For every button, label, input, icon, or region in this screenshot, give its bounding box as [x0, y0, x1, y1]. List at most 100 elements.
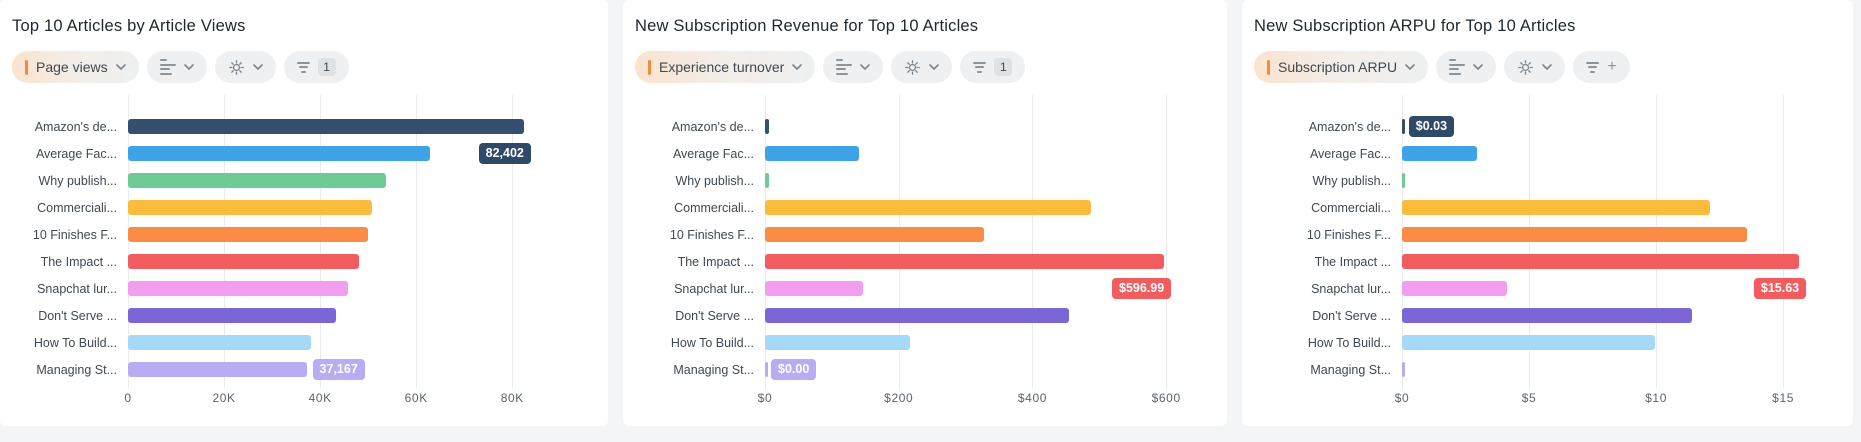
- bar[interactable]: [1402, 281, 1507, 296]
- category-label: Don't Serve ...: [1254, 309, 1402, 323]
- chart-toolbar: Subscription ARPU +: [1254, 51, 1839, 83]
- chart-row: Average Fac...: [1254, 140, 1839, 167]
- bar-track: [1402, 308, 1839, 323]
- bar[interactable]: [765, 308, 1069, 323]
- metric-select[interactable]: Experience turnover: [635, 51, 815, 83]
- gear-icon: [228, 59, 245, 76]
- bar[interactable]: [1402, 308, 1692, 323]
- chart-toolbar: Page views 1: [12, 51, 594, 83]
- bar[interactable]: [765, 281, 863, 296]
- bar-chart: Amazon's de...Average Fac...Why publish.…: [12, 113, 594, 409]
- category-label: Amazon's de...: [635, 120, 765, 134]
- bar-track: [1402, 254, 1839, 269]
- chart-row: Don't Serve ...: [1254, 302, 1839, 329]
- bar[interactable]: [128, 335, 311, 350]
- bar[interactable]: [1402, 335, 1655, 350]
- filter-button[interactable]: 1: [284, 51, 349, 83]
- display-options-button[interactable]: [147, 51, 207, 83]
- analytics-dashboard: Top 10 Articles by Article Views Page vi…: [0, 0, 1861, 442]
- filter-button[interactable]: +: [1573, 51, 1630, 83]
- chart-row: The Impact ...: [12, 248, 594, 275]
- bar[interactable]: [1402, 362, 1405, 377]
- bar[interactable]: [1402, 227, 1747, 242]
- bar-track: [765, 254, 1213, 269]
- chart-row: Amazon's de...: [635, 113, 1213, 140]
- bar[interactable]: [765, 173, 769, 188]
- display-options-button[interactable]: [823, 51, 883, 83]
- bar[interactable]: [128, 254, 359, 269]
- settings-button[interactable]: [891, 51, 952, 83]
- metric-select[interactable]: Page views: [12, 51, 139, 83]
- chevron-down-icon: [792, 64, 802, 70]
- settings-button[interactable]: [215, 51, 276, 83]
- filter-icon: [1586, 62, 1599, 73]
- bar[interactable]: [765, 119, 769, 134]
- x-axis-tick-label: 20K: [213, 391, 236, 405]
- bar[interactable]: [128, 308, 336, 323]
- metric-select[interactable]: Subscription ARPU: [1254, 51, 1428, 83]
- bar[interactable]: [765, 362, 768, 377]
- bar[interactable]: [128, 200, 372, 215]
- bar[interactable]: [1402, 254, 1799, 269]
- chart-row: The Impact ...: [1254, 248, 1839, 275]
- x-axis-tick-label: 80K: [501, 391, 524, 405]
- bar[interactable]: [1402, 146, 1477, 161]
- metric-label: Experience turnover: [659, 59, 784, 75]
- filter-count-badge: 1: [318, 58, 336, 76]
- display-options-button[interactable]: [1436, 51, 1496, 83]
- bar[interactable]: [128, 362, 307, 377]
- chart-row: Managing St...: [635, 356, 1213, 383]
- x-axis: $0$200$400$600: [765, 389, 1213, 409]
- category-label: Amazon's de...: [1254, 120, 1402, 134]
- chevron-down-icon: [860, 64, 870, 70]
- x-axis-tick-label: 40K: [309, 391, 332, 405]
- chart-rows: Amazon's de... Average Fac...Why publish.…: [1254, 113, 1839, 383]
- bar-track: [1402, 362, 1839, 377]
- bar[interactable]: [765, 335, 910, 350]
- chart-row: Why publish...: [635, 167, 1213, 194]
- category-label: How To Build...: [12, 336, 128, 350]
- chart-title: New Subscription ARPU for Top 10 Article…: [1254, 16, 1839, 36]
- x-axis-tick-label: $15: [1772, 391, 1794, 405]
- chart-row: Snapchat lur...: [12, 275, 594, 302]
- category-label: Don't Serve ...: [12, 309, 128, 323]
- bar[interactable]: [1402, 119, 1405, 134]
- bar[interactable]: [765, 227, 984, 242]
- bar[interactable]: [128, 119, 524, 134]
- category-label: Average Fac...: [12, 147, 128, 161]
- x-axis-tick-label: 60K: [405, 391, 428, 405]
- bar[interactable]: [1402, 200, 1710, 215]
- chart-row: Commerciali...: [12, 194, 594, 221]
- chart-row: Why publish...: [1254, 167, 1839, 194]
- x-axis-tick-label: $10: [1645, 391, 1667, 405]
- category-label: The Impact ...: [635, 255, 765, 269]
- bar-track: [1402, 335, 1839, 350]
- bar[interactable]: [128, 281, 348, 296]
- filter-icon: [297, 62, 310, 73]
- bar[interactable]: [1402, 173, 1405, 188]
- series-list-icon: [1449, 59, 1465, 75]
- bar[interactable]: [765, 200, 1091, 215]
- x-axis-tick-label: 0: [124, 391, 131, 405]
- bar[interactable]: [128, 227, 368, 242]
- series-list-icon: [160, 59, 176, 75]
- bar[interactable]: [128, 173, 386, 188]
- bar-track: [765, 362, 1213, 377]
- category-label: Snapchat lur...: [1254, 282, 1402, 296]
- filter-button[interactable]: 1: [960, 51, 1025, 83]
- bar[interactable]: [128, 146, 430, 161]
- bar[interactable]: [765, 254, 1164, 269]
- bar[interactable]: [765, 146, 859, 161]
- chart-row: Average Fac...: [12, 140, 594, 167]
- bar-chart: Amazon's de... Average Fac...Why publish.…: [1254, 113, 1839, 409]
- bar-track: [128, 173, 594, 188]
- chart-row: How To Build...: [635, 329, 1213, 356]
- bar-track: [765, 200, 1213, 215]
- chart-row: Commerciali...: [1254, 194, 1839, 221]
- bar-track: [128, 200, 594, 215]
- category-label: Average Fac...: [635, 147, 765, 161]
- metric-accent-bar: [648, 60, 651, 75]
- bar-track: [1402, 281, 1839, 296]
- settings-button[interactable]: [1504, 51, 1565, 83]
- gear-icon: [904, 59, 921, 76]
